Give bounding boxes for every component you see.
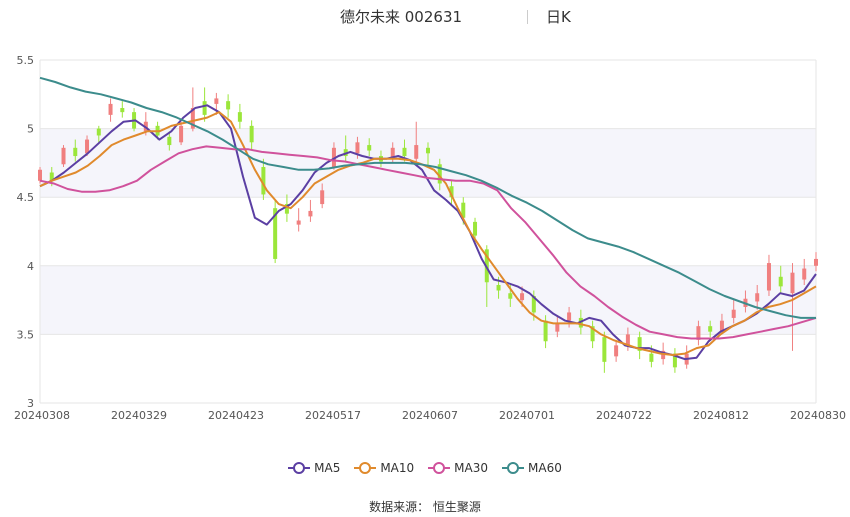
x-tick-label: 20240423	[208, 409, 264, 422]
candle-body	[766, 263, 771, 291]
candle-body	[108, 103, 113, 115]
candle-body	[214, 98, 219, 104]
candle-body	[249, 125, 254, 143]
candle-body	[367, 145, 372, 151]
x-tick-label: 20240701	[499, 409, 555, 422]
candle-body	[790, 272, 795, 294]
candle-body	[496, 285, 501, 291]
candle-body	[473, 221, 478, 236]
data-source-note: 数据来源： 恒生聚源	[369, 500, 481, 514]
candle-body	[296, 220, 301, 225]
candle-body	[543, 320, 548, 342]
candle-body	[61, 147, 66, 165]
candle-body	[96, 128, 101, 136]
candle	[273, 199, 278, 264]
candle	[226, 94, 231, 118]
candle	[614, 339, 619, 362]
chart-legend: MA5 MA10 MA30 MA60	[0, 458, 850, 478]
candle-body	[555, 323, 560, 332]
candle	[237, 103, 242, 129]
y-tick-label: 5	[27, 123, 34, 136]
candle-body	[602, 337, 607, 362]
legend-label: MA60	[528, 461, 562, 475]
candle-body	[355, 142, 360, 154]
candle-body	[508, 293, 513, 299]
candle-body	[167, 136, 172, 146]
candle	[308, 199, 313, 222]
x-tick-label: 20240329	[111, 409, 167, 422]
legend-item-ma30[interactable]: MA30	[428, 461, 488, 475]
candle	[179, 121, 184, 146]
candle-body	[120, 108, 125, 113]
x-tick-label: 20240308	[14, 409, 70, 422]
candle	[108, 98, 113, 122]
candle-body	[614, 345, 619, 357]
candle-body	[402, 147, 407, 157]
candle	[120, 101, 125, 118]
x-tick-label: 20240517	[305, 409, 361, 422]
candle-body	[38, 169, 42, 181]
candle-body	[708, 326, 713, 332]
legend-marker-icon	[288, 462, 311, 474]
candle-body	[226, 101, 231, 110]
candlestick-chart[interactable]: 5.554.543.53 20240308 20240329 20240423 202…	[0, 0, 850, 452]
candle-body	[202, 101, 207, 115]
grid-band	[40, 265, 816, 335]
candle	[672, 348, 677, 373]
candle	[296, 208, 301, 232]
candle-body	[802, 268, 807, 280]
legend-item-ma60[interactable]: MA60	[502, 461, 562, 475]
x-tick-label: 20240830	[790, 409, 846, 422]
candle	[766, 254, 771, 296]
legend-item-ma10[interactable]: MA10	[354, 461, 414, 475]
x-tick-label: 20240607	[402, 409, 458, 422]
candle-body	[778, 276, 783, 287]
legend-marker-icon	[502, 462, 525, 474]
candle-body	[85, 139, 90, 154]
candle-body	[308, 210, 313, 217]
legend-marker-icon	[428, 462, 451, 474]
candle-body	[814, 258, 818, 266]
candle-body	[237, 112, 242, 122]
legend-label: MA30	[454, 461, 489, 475]
candle-body	[73, 147, 78, 157]
candle-body	[731, 309, 736, 318]
legend-label: MA10	[380, 461, 415, 475]
candle-body	[649, 353, 654, 362]
candle-body	[520, 293, 525, 301]
x-tick-label: 20240722	[596, 409, 652, 422]
y-tick-label: 3.5	[17, 328, 35, 341]
candle-body	[755, 293, 760, 302]
legend-marker-icon	[354, 462, 377, 474]
x-tick-label: 20240812	[693, 409, 749, 422]
candle	[684, 345, 689, 369]
legend-item-ma5[interactable]: MA5	[288, 461, 340, 475]
candle-body	[426, 147, 430, 154]
y-tick-label: 5.5	[17, 54, 35, 67]
candle-body	[414, 145, 419, 159]
y-tick-label: 4	[27, 260, 34, 273]
candle-body	[320, 190, 325, 205]
y-tick-label: 4.5	[17, 191, 35, 204]
candle	[637, 331, 642, 360]
candle-body	[179, 125, 184, 143]
candle	[602, 331, 607, 373]
legend-label: MA5	[314, 461, 341, 475]
candle-body	[567, 312, 572, 321]
candle	[61, 145, 66, 168]
